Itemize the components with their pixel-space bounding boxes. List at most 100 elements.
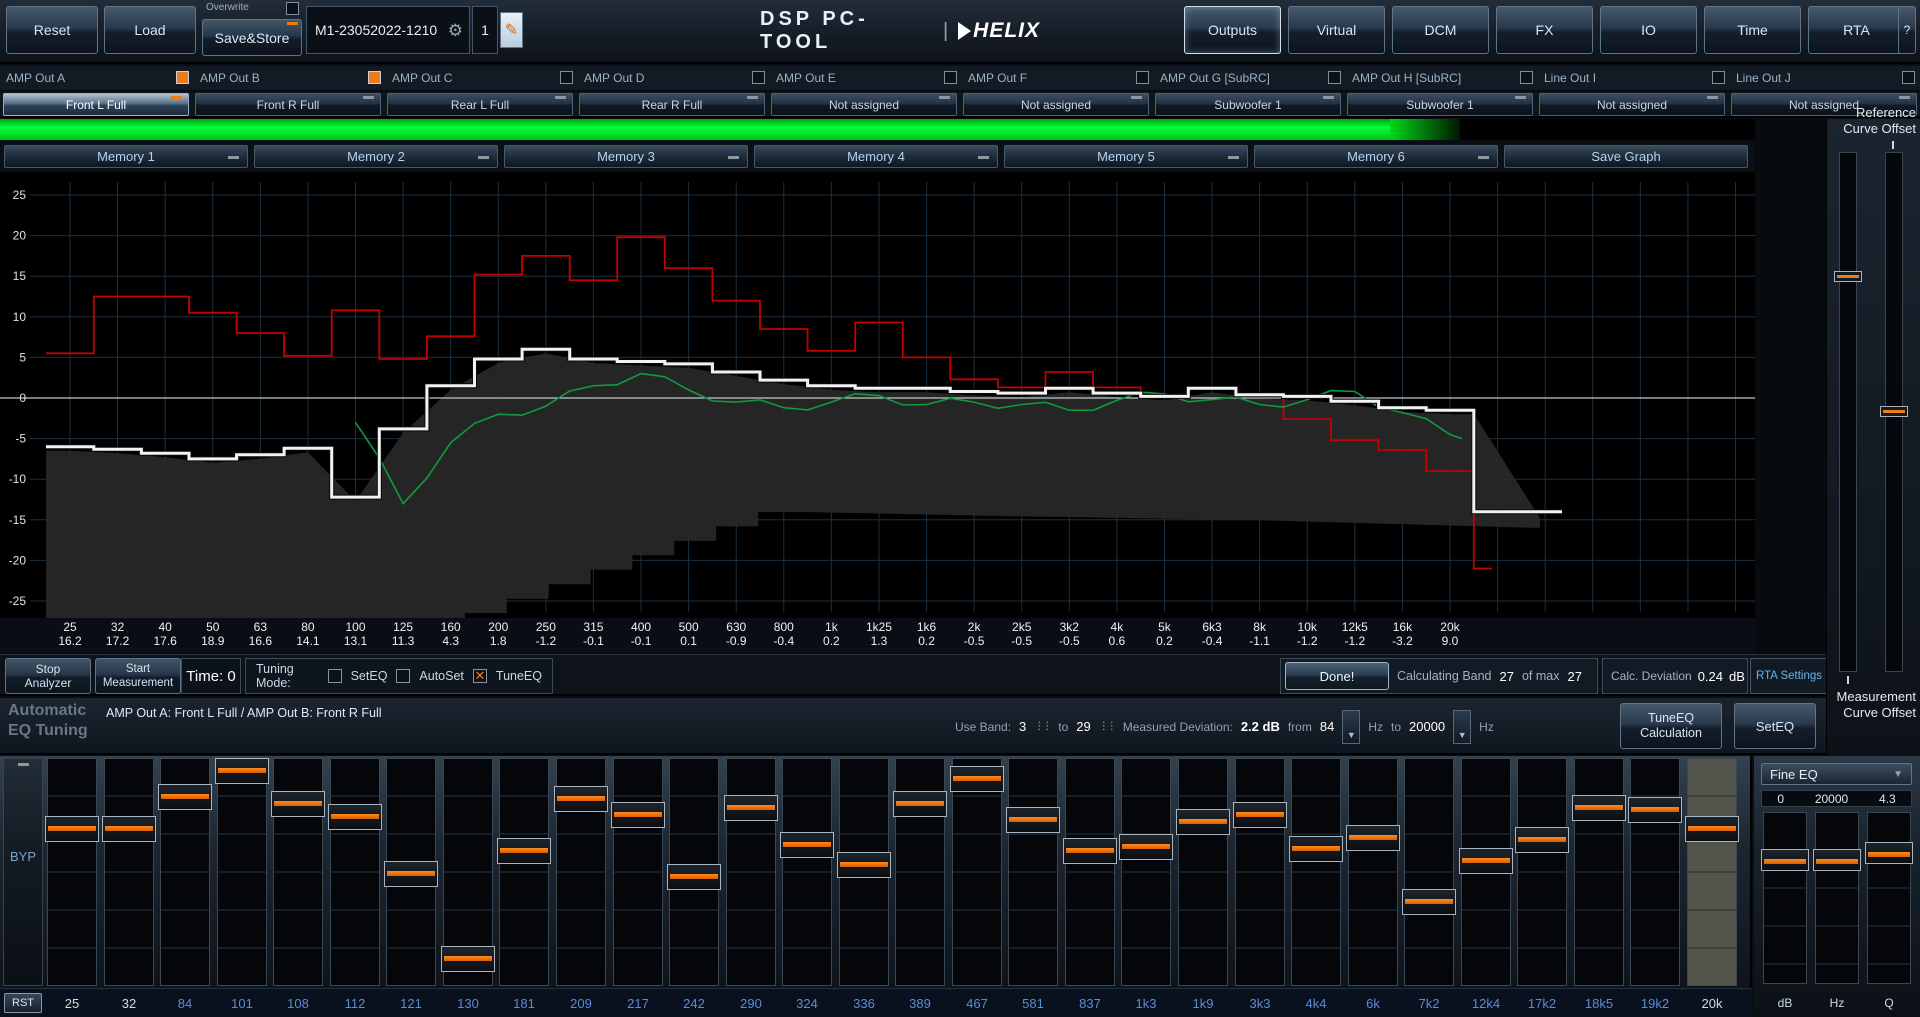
reset-eq-button[interactable]: RST <box>4 993 42 1013</box>
eq-band-handle-121[interactable] <box>384 861 438 887</box>
eq-band-handle-101[interactable] <box>215 758 269 784</box>
freq-from-dropdown[interactable]: ▼ <box>1342 710 1360 744</box>
eq-band-handle-17k2[interactable] <box>1515 827 1569 853</box>
help-button[interactable]: ? <box>1898 6 1916 54</box>
eq-band-track-837[interactable] <box>1065 758 1115 986</box>
tuneeq-calculation-button[interactable]: TuneEQCalculation <box>1620 703 1722 749</box>
eq-band-handle-130[interactable] <box>441 946 495 972</box>
memory-1-button[interactable]: Memory 1 <box>4 145 248 168</box>
freq-to-value[interactable]: 20000 <box>1409 719 1445 734</box>
eq-band-track-112[interactable] <box>330 758 380 986</box>
nav-virtual-button[interactable]: Virtual <box>1288 6 1385 54</box>
eq-band-track-1k9[interactable] <box>1178 758 1228 986</box>
fine-eq-handle-q[interactable] <box>1865 842 1913 864</box>
eq-band-track-181[interactable] <box>499 758 549 986</box>
channel-link-checkbox-8[interactable] <box>1520 71 1533 84</box>
eq-band-handle-84[interactable] <box>158 784 212 810</box>
channel-link-checkbox-7[interactable] <box>1328 71 1341 84</box>
nav-dcm-button[interactable]: DCM <box>1392 6 1489 54</box>
save-graph-button[interactable]: Save Graph <box>1504 145 1748 168</box>
gear-icon[interactable]: ⚙ <box>448 21 463 41</box>
eq-band-track-101[interactable] <box>217 758 267 986</box>
eq-band-handle-6k[interactable] <box>1346 825 1400 851</box>
tuning-mode-checkbox-tuneeq[interactable] <box>473 669 487 683</box>
memory-5-button[interactable]: Memory 5 <box>1004 145 1248 168</box>
reference-offset-handle[interactable] <box>1834 271 1862 282</box>
channel-button-front-r-full-1[interactable]: Front R Full <box>195 93 381 116</box>
eq-band-track-17k2[interactable] <box>1517 758 1567 986</box>
fine-eq-selector[interactable]: Fine EQ▼ <box>1761 763 1912 785</box>
channel-link-checkbox-6[interactable] <box>1136 71 1149 84</box>
tuning-mode-checkbox-autoset[interactable] <box>396 669 410 683</box>
eq-band-handle-112[interactable] <box>328 804 382 830</box>
eq-band-handle-324[interactable] <box>780 832 834 858</box>
eq-band-track-3k3[interactable] <box>1235 758 1285 986</box>
eq-band-track-581[interactable] <box>1008 758 1058 986</box>
bypass-label[interactable]: BYP <box>4 849 42 864</box>
channel-button-subwoofer-1-7[interactable]: Subwoofer 1 <box>1347 93 1533 116</box>
freq-from-value[interactable]: 84 <box>1320 719 1334 734</box>
band-from-spinner[interactable]: ⋮⋮ <box>1034 721 1050 732</box>
eq-band-track-467[interactable] <box>952 758 1002 986</box>
eq-band-handle-837[interactable] <box>1063 838 1117 864</box>
memory-4-button[interactable]: Memory 4 <box>754 145 998 168</box>
eq-band-handle-108[interactable] <box>271 791 325 817</box>
channel-button-not-assigned-5[interactable]: Not assigned <box>963 93 1149 116</box>
setup-filename-field[interactable]: M1-23052022-1210 ⚙ <box>306 6 470 54</box>
eq-band-handle-467[interactable] <box>950 766 1004 792</box>
nav-fx-button[interactable]: FX <box>1496 6 1593 54</box>
eq-band-handle-32[interactable] <box>102 816 156 842</box>
tuning-mode-checkbox-seteq[interactable] <box>328 669 342 683</box>
eq-band-handle-20k[interactable] <box>1685 816 1739 842</box>
channel-link-checkbox-1[interactable] <box>176 71 189 84</box>
channel-link-checkbox-5[interactable] <box>944 71 957 84</box>
eq-band-track-217[interactable] <box>613 758 663 986</box>
eq-band-track-7k2[interactable] <box>1404 758 1454 986</box>
eq-band-handle-25[interactable] <box>45 816 99 842</box>
eq-band-handle-7k2[interactable] <box>1402 889 1456 915</box>
channel-link-checkbox-3[interactable] <box>560 71 573 84</box>
eq-band-handle-18k5[interactable] <box>1572 795 1626 821</box>
eq-band-track-20k[interactable] <box>1687 758 1737 986</box>
eq-band-handle-19k2[interactable] <box>1628 797 1682 823</box>
nav-outputs-button[interactable]: Outputs <box>1184 6 1281 54</box>
freq-to-dropdown[interactable]: ▼ <box>1453 710 1471 744</box>
memory-3-button[interactable]: Memory 3 <box>504 145 748 168</box>
reference-curve-offset-slider[interactable] <box>1839 152 1857 672</box>
eq-band-track-6k[interactable] <box>1348 758 1398 986</box>
eq-band-handle-336[interactable] <box>837 852 891 878</box>
eq-band-track-1k3[interactable] <box>1121 758 1171 986</box>
fine-eq-track-hz[interactable] <box>1815 812 1859 984</box>
edit-note-button[interactable]: ✎ <box>500 12 523 48</box>
memory-6-button[interactable]: Memory 6 <box>1254 145 1498 168</box>
eq-band-handle-290[interactable] <box>724 795 778 821</box>
eq-band-handle-217[interactable] <box>611 802 665 828</box>
channel-button-rear-l-full-2[interactable]: Rear L Full <box>387 93 573 116</box>
eq-band-track-32[interactable] <box>104 758 154 986</box>
eq-band-handle-4k4[interactable] <box>1289 836 1343 862</box>
start-measurement-button[interactable]: StartMeasurement <box>95 658 181 694</box>
channel-button-rear-r-full-3[interactable]: Rear R Full <box>579 93 765 116</box>
channel-button-front-l-full-0[interactable]: Front L Full <box>3 93 189 116</box>
reset-button[interactable]: Reset <box>6 6 98 54</box>
fine-eq-track-db[interactable] <box>1763 812 1807 984</box>
fine-eq-track-q[interactable] <box>1867 812 1911 984</box>
eq-band-handle-581[interactable] <box>1006 807 1060 833</box>
load-button[interactable]: Load <box>104 6 196 54</box>
config-number-field[interactable]: 1 <box>472 6 498 54</box>
eq-band-handle-389[interactable] <box>893 791 947 817</box>
eq-band-handle-12k4[interactable] <box>1459 848 1513 874</box>
eq-band-handle-181[interactable] <box>497 838 551 864</box>
eq-band-track-290[interactable] <box>726 758 776 986</box>
memory-2-button[interactable]: Memory 2 <box>254 145 498 168</box>
use-band-from[interactable]: 3 <box>1019 719 1026 734</box>
eq-band-handle-1k9[interactable] <box>1176 809 1230 835</box>
measurement-offset-handle[interactable] <box>1880 406 1908 417</box>
eq-band-track-18k5[interactable] <box>1574 758 1624 986</box>
channel-link-checkbox-9[interactable] <box>1712 71 1725 84</box>
channel-link-checkbox-trailing[interactable] <box>1902 71 1915 84</box>
done-button[interactable]: Done! <box>1285 662 1389 690</box>
channel-button-not-assigned-8[interactable]: Not assigned <box>1539 93 1725 116</box>
eq-band-handle-209[interactable] <box>554 786 608 812</box>
eq-band-track-324[interactable] <box>782 758 832 986</box>
